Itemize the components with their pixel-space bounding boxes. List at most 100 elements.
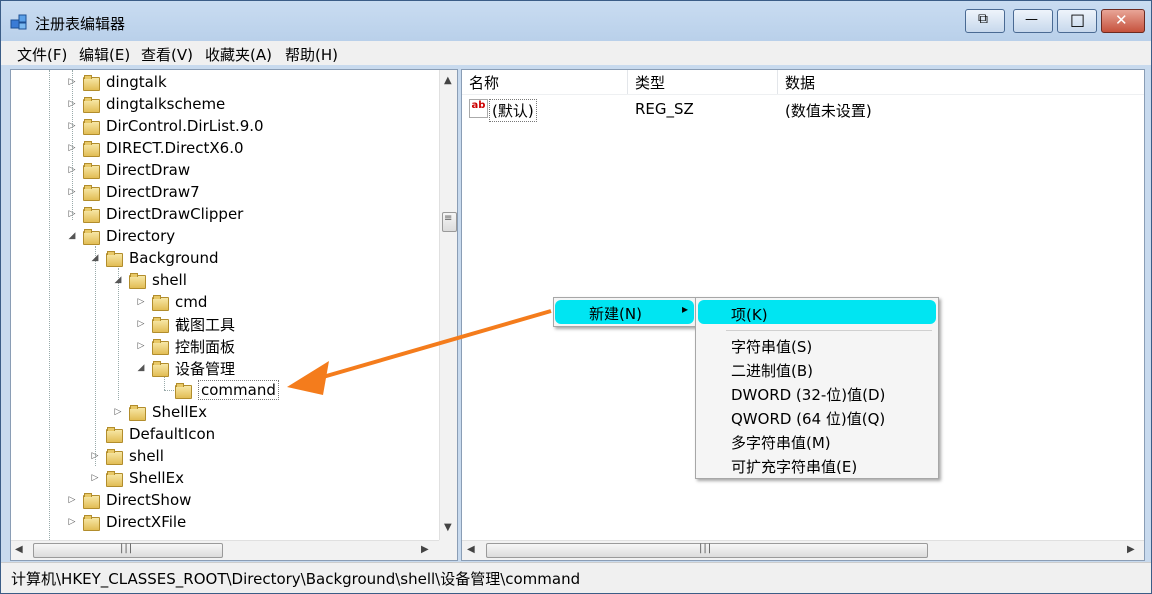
tree-node-label: DirectDraw7 [106, 183, 200, 201]
tree-hscroll-thumb[interactable]: ||| [33, 543, 223, 558]
submenu-item-expandable-string-value[interactable]: 可扩充字符串值(E) [731, 456, 857, 477]
window-title: 注册表编辑器 [35, 15, 126, 33]
string-value-icon: ab [469, 99, 488, 118]
tree-node[interactable]: ▷ DirectDraw [67, 159, 191, 181]
tree-node[interactable]: ▷ cmd [136, 291, 208, 313]
submenu-item-string-value[interactable]: 字符串值(S) [731, 336, 812, 357]
scroll-left-icon[interactable]: ◀ [467, 544, 475, 555]
tree-node[interactable]: ▷ DirectXFile [67, 511, 187, 533]
tree-node[interactable]: ▷ DirectShow [67, 489, 192, 511]
scroll-down-icon[interactable]: ▼ [444, 522, 452, 533]
collapse-arrow-icon[interactable]: ◢ [67, 231, 77, 241]
collapse-arrow-icon[interactable]: ◢ [90, 253, 100, 263]
expand-arrow-icon[interactable]: ▷ [67, 77, 77, 87]
tree-node[interactable]: DefaultIcon [106, 423, 215, 445]
restore-button[interactable]: ⧉ [965, 9, 1005, 33]
menu-item-new[interactable]: 新建(N) [589, 303, 642, 324]
tree-node[interactable]: ▷ DIRECT.DirectX6.0 [67, 137, 244, 159]
tree-node[interactable]: ▷ DirectDrawClipper [67, 203, 244, 225]
expand-arrow-icon[interactable]: ▷ [67, 495, 77, 505]
tree-node[interactable]: ▷ DirControl.DirList.9.0 [67, 115, 264, 137]
folder-icon [129, 404, 146, 421]
folder-icon [83, 492, 100, 509]
grip-icon: ||| [699, 543, 713, 554]
scroll-right-icon[interactable]: ▶ [421, 544, 429, 555]
tree-node-selected[interactable]: command [175, 379, 279, 401]
expand-arrow-icon[interactable]: ▷ [67, 121, 77, 131]
value-data-cell: (数值未设置) [785, 102, 872, 120]
expand-arrow-icon[interactable]: ▷ [67, 187, 77, 197]
folder-icon [83, 140, 100, 157]
submenu-item-qword-value[interactable]: QWORD (64 位)值(Q) [731, 408, 885, 429]
tree-node[interactable]: ▷ dingtalk [67, 71, 167, 93]
tree-horizontal-scrollbar[interactable]: ◀ ||| ▶ [11, 540, 439, 560]
menu-edit[interactable]: 编辑(E) [79, 44, 130, 65]
title-bar[interactable]: 注册表编辑器 ⧉ — □ ✕ [1, 1, 1151, 39]
tree-vscroll-thumb[interactable]: ≡ [442, 212, 457, 232]
expand-arrow-icon[interactable]: ▷ [136, 297, 146, 307]
scroll-corner [439, 540, 457, 560]
tree-node[interactable]: ▷ 截图工具 [136, 313, 235, 335]
tree-node[interactable]: ▷ DirectDraw7 [67, 181, 200, 203]
value-name-cell[interactable]: (默认) [489, 99, 537, 122]
menu-favorites[interactable]: 收藏夹(A) [205, 44, 272, 65]
tree-node-label: DefaultIcon [129, 425, 216, 443]
tree-node-label: DirectXFile [106, 513, 187, 531]
tree-node-label: cmd [175, 293, 208, 311]
tree-node[interactable]: ▷ ShellEx [113, 401, 207, 423]
tree-node[interactable]: ◢ Directory [67, 225, 176, 247]
expand-arrow-icon[interactable]: ▷ [67, 143, 77, 153]
tree-node[interactable]: ◢ 设备管理 [136, 357, 235, 379]
column-header-name[interactable]: 名称 [462, 70, 628, 94]
column-header-type[interactable]: 类型 [628, 70, 778, 94]
submenu-item-binary-value[interactable]: 二进制值(B) [731, 360, 813, 381]
expand-arrow-icon[interactable]: ▷ [136, 341, 146, 351]
expand-arrow-icon[interactable]: ▷ [90, 451, 100, 461]
column-header-data[interactable]: 数据 [778, 70, 1143, 94]
tree-node-label: 设备管理 [175, 359, 236, 378]
tree-guide-line [164, 390, 174, 391]
expand-arrow-icon[interactable]: ▷ [67, 165, 77, 175]
collapse-arrow-icon[interactable]: ◢ [136, 363, 146, 373]
minimize-icon: — [1025, 12, 1038, 27]
collapse-arrow-icon[interactable]: ◢ [113, 275, 123, 285]
expand-arrow-icon[interactable]: ▷ [67, 99, 77, 109]
restore-icon: ⧉ [978, 11, 988, 27]
tree-node-label: DirectShow [106, 491, 192, 509]
tree-node-label: shell [152, 271, 187, 289]
tree-node[interactable]: ◢ Background [90, 247, 219, 269]
expand-arrow-icon[interactable]: ▷ [90, 473, 100, 483]
new-submenu: 项(K) 字符串值(S) 二进制值(B) DWORD (32-位)值(D) QW… [695, 297, 939, 479]
status-path: 计算机\HKEY_CLASSES_ROOT\Directory\Backgrou… [11, 570, 581, 588]
tree-node[interactable]: ▷ dingtalkscheme [67, 93, 226, 115]
tree-node-label: ShellEx [129, 469, 184, 487]
tree-node[interactable]: ▷ ShellEx [90, 467, 184, 489]
submenu-item-dword-value[interactable]: DWORD (32-位)值(D) [731, 384, 885, 405]
expand-arrow-icon[interactable]: ▷ [67, 209, 77, 219]
expand-arrow-icon[interactable]: ▷ [113, 407, 123, 417]
folder-icon [83, 162, 100, 179]
list-hscroll-thumb[interactable]: ||| [486, 543, 928, 558]
tree-node[interactable]: ◢ shell [113, 269, 187, 291]
folder-icon [106, 426, 123, 443]
close-button[interactable]: ✕ [1101, 9, 1145, 33]
menu-view[interactable]: 查看(V) [141, 44, 193, 65]
menu-file[interactable]: 文件(F) [17, 44, 67, 65]
tree-guide-line [49, 70, 50, 540]
scroll-up-icon[interactable]: ▲ [444, 75, 452, 86]
minimize-button[interactable]: — [1013, 9, 1053, 33]
submenu-item-multi-string-value[interactable]: 多字符串值(M) [731, 432, 831, 453]
submenu-item-key[interactable]: 项(K) [731, 304, 768, 325]
expand-arrow-icon[interactable]: ▷ [136, 319, 146, 329]
maximize-button[interactable]: □ [1057, 9, 1097, 33]
folder-icon [152, 360, 169, 377]
menu-help[interactable]: 帮助(H) [285, 44, 338, 65]
scroll-right-icon[interactable]: ▶ [1127, 544, 1135, 555]
list-horizontal-scrollbar[interactable]: ◀ ||| ▶ [462, 540, 1144, 560]
scroll-left-icon[interactable]: ◀ [15, 544, 23, 555]
context-menu: 新建(N) ▸ [553, 297, 697, 327]
expand-arrow-icon[interactable]: ▷ [67, 517, 77, 527]
tree-node-label: dingtalk [106, 73, 167, 91]
tree-node[interactable]: ▷ 控制面板 [136, 335, 235, 357]
tree-node[interactable]: ▷ shell [90, 445, 164, 467]
